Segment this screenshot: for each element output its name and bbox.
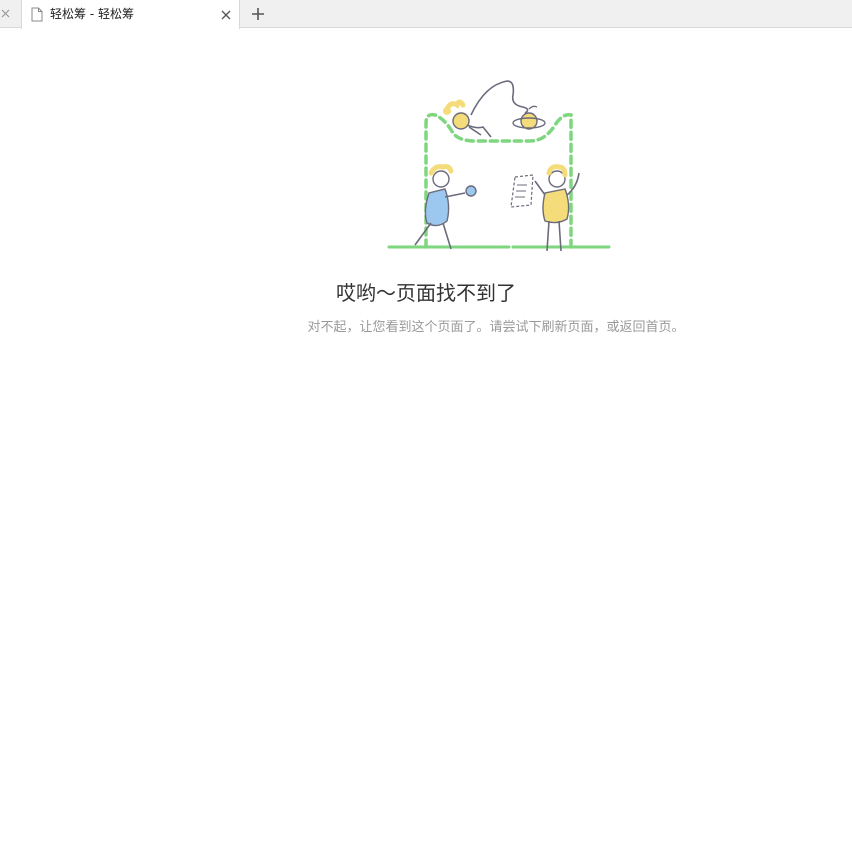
- document-icon: [31, 7, 43, 22]
- plus-icon[interactable]: [250, 6, 266, 22]
- page-content: 哎哟～页面找不到了 对不起，让您看到这个页面了。请尝试下刷新页面，或返回首页。: [0, 29, 852, 844]
- not-found-illustration: [387, 80, 611, 252]
- close-icon[interactable]: [0, 6, 14, 22]
- error-title: 哎哟～页面找不到了: [336, 281, 516, 305]
- tab-active[interactable]: 轻松筹 - 轻松筹: [21, 0, 240, 29]
- error-description: 对不起，让您看到这个页面了。请尝试下刷新页面，或返回首页。: [307, 320, 685, 335]
- close-icon[interactable]: [220, 7, 232, 21]
- tab-title: 轻松筹 - 轻松筹: [50, 7, 134, 21]
- tab-bar: 轻松筹 - 轻松筹: [0, 0, 852, 29]
